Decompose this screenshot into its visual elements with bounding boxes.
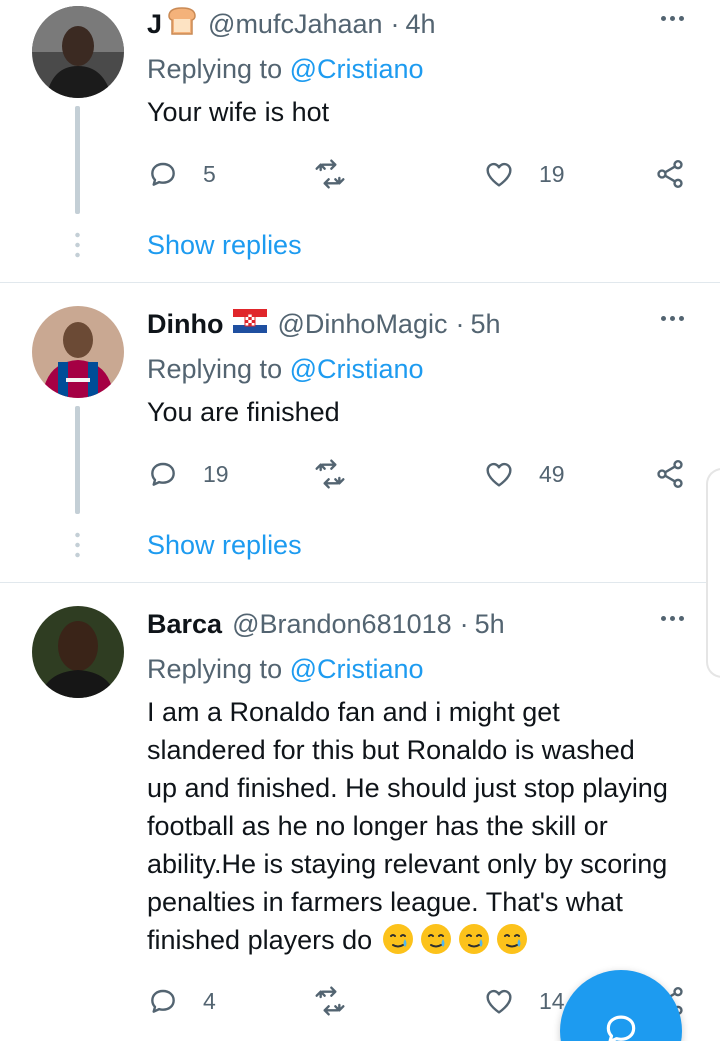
time-separator: · xyxy=(459,608,469,639)
replying-prefix: Replying to xyxy=(147,654,283,684)
crying-face-icon xyxy=(421,924,452,954)
tweet-actions: 5 19 xyxy=(147,154,692,194)
thread-dots xyxy=(75,230,80,262)
reply-count: 19 xyxy=(203,460,229,487)
avatar-image xyxy=(32,306,124,398)
like-button[interactable]: 19 xyxy=(483,154,565,194)
tweet-text-line: up and finished. He should just stop pla… xyxy=(147,773,668,803)
reply-count: 5 xyxy=(203,160,216,187)
reply-button[interactable]: 4 xyxy=(147,981,216,1021)
share-icon xyxy=(657,160,683,188)
display-name[interactable]: Dinho xyxy=(147,309,223,340)
tweet-text: You are finished xyxy=(147,397,340,427)
reply-count: 4 xyxy=(203,987,216,1014)
display-name[interactable]: Barca xyxy=(147,609,222,640)
share-icon xyxy=(657,460,683,488)
like-button[interactable]: 14 xyxy=(483,981,565,1021)
tweet-header: J @mufcJahaan · 4h xyxy=(147,4,436,44)
replying-prefix: Replying to xyxy=(147,54,283,84)
mention-link[interactable]: @Cristiano xyxy=(290,354,424,384)
like-count: 49 xyxy=(539,460,565,487)
emoji-group xyxy=(382,924,534,955)
timestamp[interactable]: 5h xyxy=(470,309,500,340)
bread-emoji-icon xyxy=(166,6,198,43)
tweet-text: Your wife is hot xyxy=(147,97,330,127)
avatar-image xyxy=(32,6,124,98)
user-handle[interactable]: @Brandon681018 xyxy=(232,609,452,640)
tweet-text-line: football as he no longer has the skill o… xyxy=(147,811,608,841)
tweet-text-line: finished players do xyxy=(147,925,373,955)
reply-icon xyxy=(151,989,175,1013)
retweet-button[interactable] xyxy=(314,154,346,194)
show-replies-link[interactable]: Show replies xyxy=(147,230,302,261)
tweet-1[interactable]: J @mufcJahaan · 4h Replying to @Cristian… xyxy=(0,0,720,282)
scrollbar[interactable] xyxy=(706,468,720,678)
tweet-text-line: I am a Ronaldo fan and i might get xyxy=(147,697,560,727)
retweet-button[interactable] xyxy=(314,454,346,494)
crying-face-icon xyxy=(459,924,490,954)
crying-face-icon xyxy=(497,924,528,954)
heart-icon xyxy=(486,462,512,487)
more-options-icon[interactable] xyxy=(661,316,684,321)
timestamp[interactable]: 5h xyxy=(475,609,505,640)
retweet-icon xyxy=(315,986,345,1016)
replying-prefix: Replying to xyxy=(147,354,283,384)
retweet-button[interactable] xyxy=(314,981,346,1021)
thread-line xyxy=(75,106,80,214)
retweet-icon xyxy=(315,159,345,189)
tweet-header: Barca @Brandon681018 · 5h xyxy=(147,604,505,644)
divider xyxy=(0,282,720,283)
like-button[interactable]: 49 xyxy=(483,454,565,494)
reply-button[interactable]: 19 xyxy=(147,454,229,494)
thread-dots xyxy=(75,530,80,562)
time-separator: · xyxy=(390,8,400,39)
mention-link[interactable]: @Cristiano xyxy=(290,54,424,84)
show-replies-link[interactable]: Show replies xyxy=(147,530,302,561)
retweet-icon xyxy=(315,459,345,489)
avatar-image xyxy=(32,606,124,698)
share-button[interactable] xyxy=(654,154,686,194)
tweet-text-line: slandered for this but Ronaldo is washed xyxy=(147,735,635,765)
compose-icon xyxy=(606,1015,636,1041)
heart-icon xyxy=(486,989,512,1014)
display-name[interactable]: J xyxy=(147,9,162,40)
tweet-actions: 19 49 xyxy=(147,454,692,494)
thread-line xyxy=(75,406,80,514)
time-separator: · xyxy=(455,308,465,339)
user-handle[interactable]: @mufcJahaan xyxy=(208,9,383,40)
avatar[interactable] xyxy=(32,6,124,98)
reply-icon xyxy=(151,462,175,486)
user-handle[interactable]: @DinhoMagic xyxy=(277,309,447,340)
reply-icon xyxy=(151,162,175,186)
tweet-text-line: ability.He is staying relevant only by s… xyxy=(147,849,668,879)
heart-icon xyxy=(486,162,512,187)
tweet-text: I am a Ronaldo fan and i might get sland… xyxy=(147,693,697,959)
croatia-flag-icon xyxy=(233,308,268,340)
tweet-text-line: penalties in farmers league. That's what xyxy=(147,887,623,917)
like-count: 19 xyxy=(539,160,565,187)
share-button[interactable] xyxy=(654,454,686,494)
avatar[interactable] xyxy=(32,606,124,698)
divider xyxy=(0,582,720,583)
tweet-header: Dinho @DinhoMagic · 5h xyxy=(147,304,501,344)
replying-to: Replying to @Cristiano xyxy=(147,54,424,85)
tweet-2[interactable]: Dinho @DinhoMagic · 5h Replying to @Cris… xyxy=(0,300,720,582)
tweet-text-line-last: finished players do xyxy=(147,921,697,959)
timestamp[interactable]: 4h xyxy=(406,9,436,40)
crying-face-icon xyxy=(383,924,414,954)
more-options-icon[interactable] xyxy=(661,16,684,21)
more-options-icon[interactable] xyxy=(661,616,684,621)
like-count: 14 xyxy=(539,987,565,1014)
mention-link[interactable]: @Cristiano xyxy=(290,654,424,684)
avatar[interactable] xyxy=(32,306,124,398)
reply-button[interactable]: 5 xyxy=(147,154,216,194)
replying-to: Replying to @Cristiano xyxy=(147,354,424,385)
replying-to: Replying to @Cristiano xyxy=(147,654,424,685)
